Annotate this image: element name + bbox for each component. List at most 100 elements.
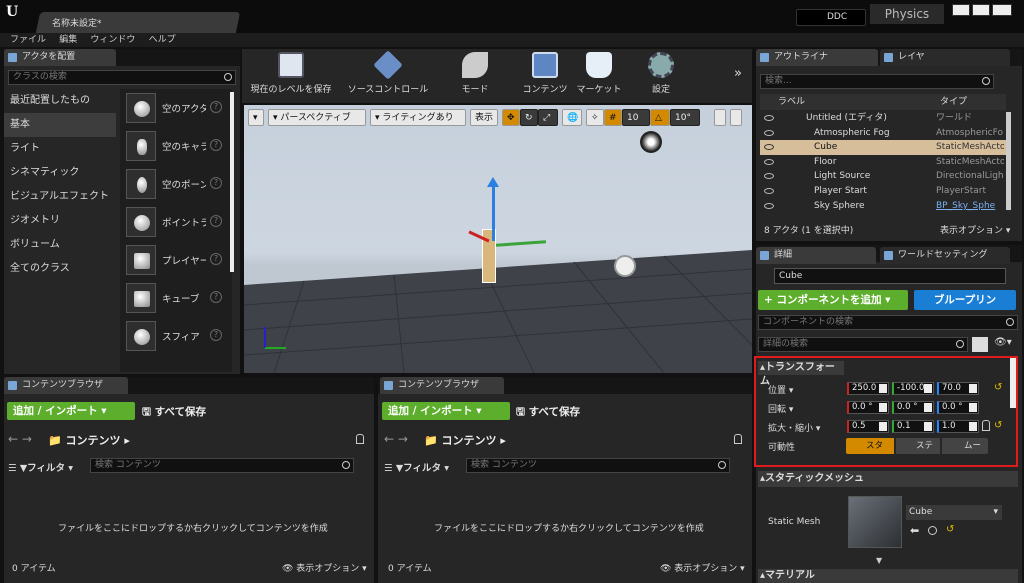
grid-snap-toggle[interactable]: # (604, 109, 622, 126)
reset-arrow-icon[interactable]: ↺ (994, 382, 1002, 393)
category-all-classes[interactable]: 全てのクラス (4, 257, 116, 281)
rotation-snap-toggle[interactable]: △ (650, 109, 670, 126)
save-all-button-1[interactable]: 🖫 すべて保存 (142, 404, 206, 422)
scale-lock-icon[interactable] (982, 420, 990, 431)
unreal-logo-icon[interactable]: U (6, 4, 22, 22)
marketplace-button[interactable]: マーケット (574, 52, 624, 98)
col-label[interactable]: ラベル (778, 94, 805, 110)
gizmo-z-axis[interactable] (492, 181, 495, 241)
modes-button[interactable]: モード (450, 52, 500, 98)
static-mesh-header[interactable]: ▴スタティックメッシュ (758, 471, 1018, 487)
static-mesh-thumbnail[interactable] (848, 496, 902, 548)
help-icon[interactable]: ? (210, 291, 222, 303)
location-z-field[interactable]: 70.0 (937, 382, 979, 395)
category-visual-effects[interactable]: ビジュアルエフェクト (4, 185, 116, 209)
scale-z-field[interactable]: 1.0 (937, 420, 979, 433)
back-forward-arrows-2[interactable]: ← → (384, 432, 408, 446)
rotate-mode-button[interactable]: ↻ (520, 109, 538, 126)
actor-empty-pawn[interactable]: 空のポーン? (122, 167, 228, 205)
menu-help[interactable]: ヘルプ (149, 33, 176, 47)
eye-icon[interactable] (764, 130, 774, 136)
lock-icon[interactable] (356, 434, 364, 444)
col-type[interactable]: タイプ (940, 94, 967, 110)
location-y-field[interactable]: -100.0 (892, 382, 934, 395)
toolbar-expand-icon[interactable]: » (734, 66, 742, 81)
minimize-button[interactable] (952, 4, 970, 16)
view-options-2[interactable]: 👁 表示オプション ▾ (660, 561, 745, 574)
blueprint-button[interactable]: ブループリン (914, 290, 1016, 310)
eye-icon[interactable] (764, 188, 774, 194)
actor-empty-actor[interactable]: 空のアクタ? (122, 91, 228, 129)
world-local-button[interactable]: 🌐 (562, 109, 582, 126)
filter-button-2[interactable]: ☰ ▼フィルタ ▾ (384, 460, 449, 474)
eye-icon[interactable] (764, 144, 774, 150)
eye-icon[interactable] (764, 203, 774, 209)
surface-snap-button[interactable]: ✧ (586, 109, 604, 126)
tab-outliner[interactable]: アウトライナ (756, 49, 878, 66)
eye-icon[interactable] (764, 173, 774, 179)
menu-file[interactable]: ファイル (10, 33, 46, 47)
tab-details[interactable]: 詳細 (756, 247, 876, 264)
outliner-row[interactable]: Floor StaticMeshActo (760, 155, 1006, 170)
outliner-row-selected[interactable]: Cube StaticMeshActo (760, 140, 1006, 155)
add-import-button-1[interactable]: 追加 / インポート ▾ (7, 402, 135, 420)
lighting-mode-button[interactable]: ▾ ライティングあり (370, 109, 466, 126)
rotation-z-field[interactable]: 0.0 ° (937, 401, 979, 414)
category-recent[interactable]: 最近配置したもの (4, 89, 116, 113)
eye-icon[interactable] (764, 159, 774, 165)
location-label[interactable]: 位置 ▾ (768, 383, 793, 396)
menu-edit[interactable]: 編集 (59, 33, 77, 47)
help-icon[interactable]: ? (210, 101, 222, 113)
details-grid-toggle[interactable] (972, 337, 988, 352)
component-search-input[interactable]: コンポーネントの検索 (758, 315, 1018, 330)
outliner-scrollbar[interactable] (1006, 112, 1011, 210)
maximize-viewport-button[interactable] (730, 109, 742, 126)
category-lights[interactable]: ライト (4, 137, 116, 161)
help-icon[interactable]: ? (210, 139, 222, 151)
save-level-button[interactable]: 現在のレベルを保存 (246, 52, 336, 98)
actor-list-scrollbar[interactable] (230, 92, 234, 272)
actor-player-start[interactable]: プレイヤー? (122, 243, 228, 281)
view-options-1[interactable]: 👁 表示オプション ▾ (282, 561, 367, 574)
source-control-button[interactable]: ソースコントロール (338, 50, 438, 98)
grid-snap-value[interactable]: 10 (622, 109, 650, 126)
filter-button-1[interactable]: ☰ ▼フィルタ ▾ (8, 460, 73, 474)
tab-content-browser-2[interactable]: コンテンツブラウザ (380, 377, 504, 394)
help-icon[interactable]: ? (210, 177, 222, 189)
material-header[interactable]: ▴マテリアル (758, 569, 1018, 583)
scale-mode-button[interactable]: ⤢ (538, 109, 558, 126)
location-x-field[interactable]: 250.0 (847, 382, 889, 395)
mobility-static-button[interactable]: スタ (846, 438, 894, 454)
content-search-input-1[interactable]: 検索 コンテンツ (90, 458, 354, 473)
player-start-icon[interactable] (614, 255, 636, 277)
transform-header[interactable]: ▴トランスフォーム (758, 361, 844, 387)
help-icon[interactable]: ? (210, 253, 222, 265)
outliner-row[interactable]: Sky Sphere BP_Sky_Sphe (760, 199, 1006, 214)
gizmo-z-arrow[interactable] (487, 177, 499, 187)
show-button[interactable]: 表示 (470, 109, 498, 126)
details-view-options[interactable]: 👁▾ (994, 337, 1016, 352)
ddc-indicator[interactable]: DDC (796, 9, 866, 26)
reset-arrow-icon[interactable]: ↺ (946, 524, 954, 535)
menu-window[interactable]: ウィンドウ (90, 33, 135, 47)
help-icon[interactable]: ? (210, 329, 222, 341)
tab-world-settings[interactable]: ワールドセッティング (880, 247, 1010, 264)
mobility-movable-button[interactable]: ムー (942, 438, 988, 454)
scale-x-field[interactable]: 0.5 (847, 420, 889, 433)
use-selected-arrow-icon[interactable]: ⬅ (910, 524, 919, 537)
outliner-view-options[interactable]: 表示オプション ▾ (940, 223, 1010, 236)
mobility-stationary-button[interactable]: ステ (896, 438, 940, 454)
lock-icon[interactable] (734, 434, 742, 444)
viewport-options-button[interactable]: ▾ (248, 109, 264, 126)
outliner-row[interactable]: Player Start PlayerStart (760, 184, 1006, 199)
content-search-input-2[interactable]: 検索 コンテンツ (466, 458, 730, 473)
viewport[interactable] (244, 105, 752, 373)
category-basic[interactable]: 基本 (4, 113, 116, 137)
perspective-button[interactable]: ▾ パースペクティブ (268, 109, 366, 126)
close-button[interactable] (992, 4, 1012, 16)
rotation-x-field[interactable]: 0.0 ° (847, 401, 889, 414)
tab-layers[interactable]: レイヤ (880, 49, 1010, 66)
browse-search-icon[interactable] (928, 526, 937, 535)
actor-cube[interactable]: キューブ? (122, 281, 228, 319)
details-scrollbar[interactable] (1010, 358, 1016, 408)
